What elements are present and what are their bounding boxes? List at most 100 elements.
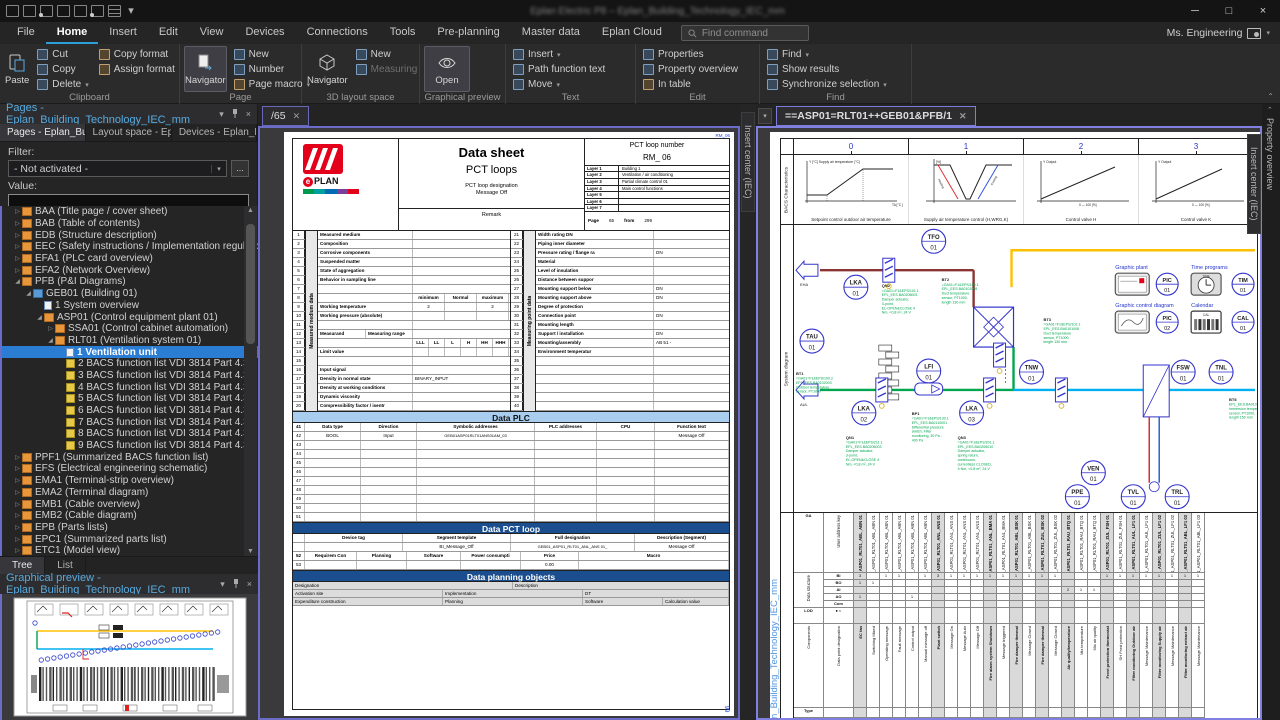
open-page-icon[interactable] xyxy=(23,5,36,17)
find-command-input[interactable]: Find command xyxy=(681,25,809,41)
ribbon-tab-insert[interactable]: Insert xyxy=(98,22,148,44)
tree-expander-icon[interactable]: ▷ xyxy=(13,267,22,274)
tree-item[interactable]: ◢RLT01 (Ventilation system 01) xyxy=(2,335,258,347)
center-canvas[interactable]: RM_06 ePLANData sheetPCT loopsPCT loop d… xyxy=(258,126,740,720)
delete-button[interactable]: Delete▾ xyxy=(34,77,91,92)
property-overview-button[interactable]: Property overview xyxy=(640,62,741,77)
close-icon[interactable]: × xyxy=(247,579,252,589)
tree-item[interactable]: ▷BAB (Table of contents) xyxy=(2,218,258,230)
find-button[interactable]: Find▾ xyxy=(764,47,890,62)
calendar-group[interactable]: CalendarCALCAL01 xyxy=(1191,303,1254,333)
pin-icon[interactable] xyxy=(231,109,239,120)
tab-datasheet-page[interactable]: /65 ✕ xyxy=(262,106,309,126)
tree-item[interactable]: ▷EFA2 (Network Overview) xyxy=(2,264,258,276)
insert-center-tab[interactable]: Insert center (IEC) xyxy=(1247,134,1261,234)
tree-expander-icon[interactable]: ◢ xyxy=(46,337,55,344)
tree-item[interactable]: 5 BACS function list VDI 3814 Part 4.3 xyxy=(2,393,258,405)
tree-expander-icon[interactable]: ▷ xyxy=(13,524,22,531)
instrument-trl-01[interactable]: TRL01 xyxy=(1165,485,1189,509)
matrix-column[interactable]: GEB01_ASP01_RLT01_ABL_ABN 011Fault messa… xyxy=(893,513,906,718)
scroll-up-icon[interactable]: ▲ xyxy=(244,207,257,214)
matrix-column[interactable]: GEB01_ASP01_RLT01_ANL_BMA 011Fire alarm … xyxy=(984,513,997,718)
matrix-column[interactable]: GEB01_ASP01_RLT01_ABL_LF1 031Filter moni… xyxy=(1179,513,1192,718)
tree-expander-icon[interactable]: ▷ xyxy=(13,465,22,472)
tree-item[interactable]: 4 BACS function list VDI 3814 Part 4.3 xyxy=(2,381,258,393)
move-button[interactable]: Move▾ xyxy=(510,77,608,92)
tree-expander-icon[interactable]: ▷ xyxy=(46,325,55,332)
tree-item[interactable]: 8 BACS function list VDI 3814 Part 4.3 xyxy=(2,428,258,440)
tab-list-dropdown[interactable]: ▾ xyxy=(758,108,772,124)
tree-expander-icon[interactable]: ▷ xyxy=(13,501,22,508)
copy-format-button[interactable]: Copy format xyxy=(96,47,178,62)
ribbon-tab-connections[interactable]: Connections xyxy=(296,22,379,44)
filter-more-button[interactable]: ... xyxy=(231,160,249,177)
instrument-lka-03[interactable]: LKA03 xyxy=(960,401,984,425)
navigator-tab-0[interactable]: Pages - Eplan_Buildin... xyxy=(0,124,86,141)
new-button[interactable]: New xyxy=(353,47,421,62)
tree-item[interactable]: ▷EFA1 (PLC card overview) xyxy=(2,253,258,265)
undo-all-icon[interactable] xyxy=(40,5,53,17)
navigator-button[interactable]: Navigator xyxy=(184,46,227,92)
matrix-column[interactable]: GEB01_ASP01_RLT01_ANL_ANS 011Message Aut… xyxy=(958,513,971,718)
tree-expander-icon[interactable]: ▷ xyxy=(13,232,22,239)
ribbon-tab-pre-planning[interactable]: Pre-planning xyxy=(426,22,510,44)
matrix-column[interactable]: GEB01_ASP01_RLT01_ZUL_BSK 021Message Clo… xyxy=(1049,513,1062,718)
ribbon-tab-view[interactable]: View xyxy=(189,22,235,44)
matrix-column[interactable]: GEB01_ASP01_RLT01_ANL_ANS 011Message On xyxy=(945,513,958,718)
tree-expander-icon[interactable]: ◢ xyxy=(35,314,44,321)
tree-item[interactable]: 9 BACS function list VDI 3814 Part 4.3 xyxy=(2,440,258,452)
insert-button[interactable]: Insert▾ xyxy=(510,47,608,62)
close-icon[interactable]: ✕ xyxy=(293,111,301,122)
measuring-button[interactable]: Measuring xyxy=(353,62,421,77)
tree-item[interactable]: ▷ETC1 (Model view) xyxy=(2,545,258,556)
redo-all-icon[interactable] xyxy=(91,5,104,17)
tree-item[interactable]: ▷EMB1 (Cable overview) xyxy=(2,498,258,510)
copy-button[interactable]: Copy xyxy=(34,62,91,77)
chevron-up-icon[interactable]: ⌃ xyxy=(1267,106,1273,114)
panel-menu-icon[interactable]: ▾ xyxy=(219,109,224,120)
ribbon-tab-file[interactable]: File xyxy=(6,22,46,44)
show-results-button[interactable]: Show results xyxy=(764,62,890,77)
tree-expander-icon[interactable]: ◢ xyxy=(24,290,33,297)
preview-canvas[interactable] xyxy=(0,594,258,720)
synchronize-selection-button[interactable]: Synchronize selection▾ xyxy=(764,77,890,92)
new-button[interactable]: New xyxy=(231,47,313,62)
tree-scrollbar[interactable]: ▲ ▼ xyxy=(244,206,257,556)
undo-icon[interactable] xyxy=(57,5,70,17)
filter-dropdown[interactable]: - Not activated - ▾ xyxy=(8,160,227,177)
instrument-tfo-01[interactable]: TFO01 xyxy=(922,229,946,253)
tree-expander-icon[interactable]: ▷ xyxy=(13,208,22,215)
matrix-column[interactable]: GEB01_ASP01_RLT01_ANL_BMA 011Message tri… xyxy=(997,513,1010,718)
tab-schematic-page[interactable]: ==ASP01=RLT01++GEB01&PFB/1 ✕ xyxy=(776,106,976,126)
tree-expander-icon[interactable]: ▷ xyxy=(13,243,22,250)
cut-button[interactable]: Cut xyxy=(34,47,91,62)
matrix-column[interactable]: GEB01_ASP01_RLT01_ABL_LF1 031Message Mai… xyxy=(1192,513,1205,718)
tree-item[interactable]: ▷EMB2 (Cable diagram) xyxy=(2,510,258,522)
instrument-tvl-01[interactable]: TVL01 xyxy=(1121,485,1145,509)
ribbon-tab-master-data[interactable]: Master data xyxy=(511,22,591,44)
instrument-tnl-01[interactable]: TNL01 xyxy=(1209,360,1233,384)
tree-item[interactable]: ▷EDB (Structure description) xyxy=(2,229,258,241)
matrix-column[interactable]: GEB01_ASP01_RLT01_ABL_ABN 011Manual mess… xyxy=(919,513,932,718)
remove-formatting-icon[interactable] xyxy=(108,5,121,17)
ribbon-tab-home[interactable]: Home xyxy=(46,22,99,44)
tree-item[interactable]: 3 BACS function list VDI 3814 Part 4.3 xyxy=(2,370,258,382)
tree-expander-icon[interactable]: ▷ xyxy=(13,477,22,484)
tree-item[interactable]: 7 BACS function list VDI 3814 Part 4.3 xyxy=(2,416,258,428)
matrix-column[interactable]: GEB01_ASP01_RLT01_AUL_LF1 011Filter moni… xyxy=(1127,513,1140,718)
tree-expander-icon[interactable]: ▷ xyxy=(13,255,22,262)
matrix-column[interactable]: GEB01_ASP01_RLT01_ABL_ABN 011Control out… xyxy=(906,513,919,718)
matrix-column[interactable]: GEB01_ASP01_RLT01_ZUL_FSH 011Frost prote… xyxy=(1101,513,1114,718)
matrix-column[interactable]: GEB01_ASP01_RLT01_RAU_BTQ 012Air quality… xyxy=(1062,513,1075,718)
ribbon-tab-tools[interactable]: Tools xyxy=(379,22,427,44)
number-button[interactable]: Number xyxy=(231,62,313,77)
ribbon-tab-edit[interactable]: Edit xyxy=(148,22,189,44)
tree-item[interactable]: 1 Ventilation unit xyxy=(2,346,258,358)
close-button[interactable]: × xyxy=(1246,0,1280,22)
navigator-tab-1[interactable]: Layout space - Eplan_... xyxy=(86,124,172,141)
navigator-tab-2[interactable]: Devices - Eplan_Build... xyxy=(172,124,257,141)
tree-item[interactable]: ◢ASP01 (Control equipment plant 01) xyxy=(2,311,258,323)
tree-expander-icon[interactable]: ▷ xyxy=(13,454,22,461)
path-function-text-button[interactable]: Path function text xyxy=(510,62,608,77)
new-page-icon[interactable] xyxy=(6,5,19,17)
